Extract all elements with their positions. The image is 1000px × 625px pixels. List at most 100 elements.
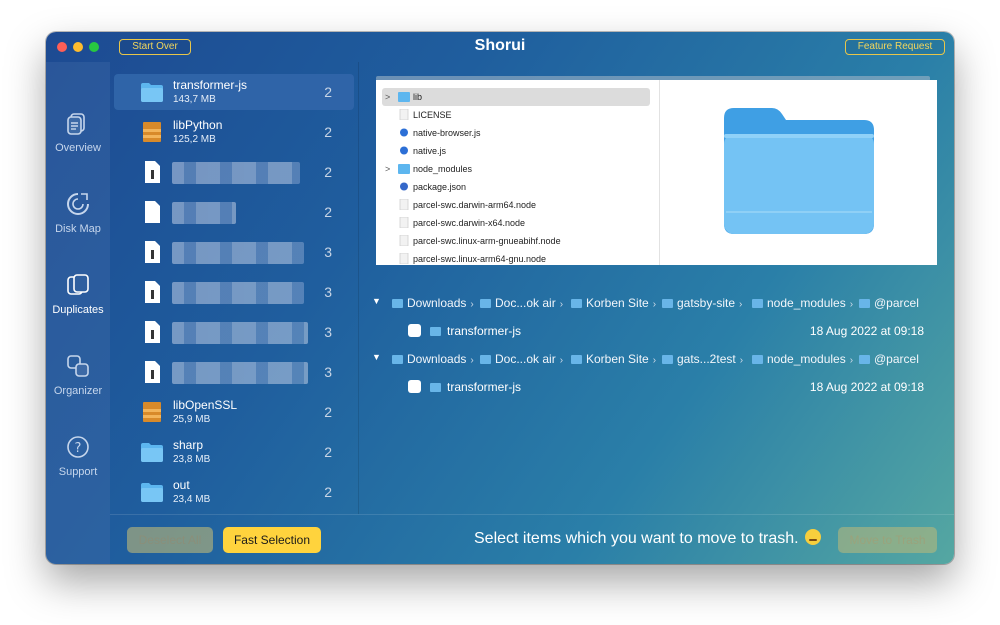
- sidebar-item-label: Disk Map: [55, 223, 101, 235]
- sidebar-item-label: Duplicates: [52, 304, 104, 316]
- js-file-icon: [400, 146, 408, 155]
- list-item[interactable]: libOpenSSL 25,9 MB 2: [114, 394, 354, 430]
- list-item[interactable]: sharp 23,8 MB 2: [114, 434, 354, 470]
- tree-label: parcel-swc.darwin-arm64.node: [413, 200, 537, 210]
- tree-label: lib: [413, 92, 423, 102]
- feature-request-button[interactable]: Feature Request: [845, 39, 945, 55]
- deselect-all-button[interactable]: Deselect All: [127, 527, 213, 553]
- sidebar-item-support[interactable]: ? Support: [46, 434, 110, 478]
- tree-row[interactable]: parcel-swc.darwin-x64.node: [382, 214, 650, 232]
- folder-icon: [480, 355, 491, 364]
- support-icon: ?: [67, 436, 89, 458]
- file-size: 143,7 MB: [173, 94, 216, 105]
- folder-icon: [662, 355, 673, 364]
- disclosure-triangle-icon[interactable]: ▼: [372, 352, 381, 362]
- sidebar-item-label: Organizer: [53, 385, 103, 397]
- overview-icon: [67, 113, 85, 135]
- modified-date: 18 Aug 2022 at 09:18: [809, 324, 924, 338]
- tree-row[interactable]: native.js: [382, 142, 650, 160]
- folder-icon: [859, 355, 870, 364]
- title-bar: Start Over Shorui Feature Request: [46, 32, 954, 62]
- duplicate-count: 2: [324, 84, 332, 100]
- duplicate-count: 2: [324, 484, 332, 500]
- breadcrumb-segment[interactable]: Downloads ›: [392, 352, 474, 366]
- breadcrumb-segment[interactable]: Doc...ok air ›: [480, 296, 563, 310]
- sidebar-item-overview[interactable]: Overview: [46, 110, 110, 154]
- folder-contents-tree: > lib LICENSE native-browser.js native.j…: [376, 80, 659, 265]
- list-item[interactable]: 3: [114, 314, 354, 350]
- select-checkbox[interactable]: [408, 380, 421, 393]
- file-size: 23,4 MB: [173, 494, 211, 505]
- tree-row[interactable]: parcel-swc.darwin-arm64.node: [382, 196, 650, 214]
- list-item[interactable]: libPython 125,2 MB 2: [114, 114, 354, 150]
- breadcrumb-segment[interactable]: Doc...ok air ›: [480, 352, 563, 366]
- file-icon: [399, 109, 409, 120]
- folder-icon: [571, 355, 582, 364]
- duplicate-count: 3: [324, 364, 332, 380]
- list-item[interactable]: 2: [114, 154, 354, 190]
- tree-row[interactable]: parcel-swc.linux-arm-gnueabihf.node: [382, 232, 650, 250]
- blurred-file-name: [172, 322, 308, 344]
- tree-label: parcel-swc.linux-arm64-gnu.node: [413, 254, 547, 264]
- sidebar-item-disk-map[interactable]: Disk Map: [46, 191, 110, 235]
- folder-icon: [430, 383, 441, 392]
- duplicate-item-name: transformer-js: [447, 324, 522, 338]
- duplicate-count: 3: [324, 284, 332, 300]
- breadcrumb-segment[interactable]: Downloads ›: [392, 296, 474, 310]
- tree-label: native-browser.js: [413, 128, 481, 138]
- tree-row[interactable]: > node_modules: [382, 160, 650, 178]
- fast-selection-button[interactable]: Fast Selection: [223, 527, 321, 553]
- list-item[interactable]: transformer-js 143,7 MB 2: [114, 74, 354, 110]
- chevron-right-icon[interactable]: >: [385, 160, 390, 178]
- chevron-right-icon[interactable]: >: [385, 88, 390, 106]
- tree-label: native.js: [413, 146, 447, 156]
- breadcrumb-segment[interactable]: node_modules ›: [752, 352, 853, 366]
- file-size: 125,2 MB: [173, 134, 216, 145]
- breadcrumb-segment[interactable]: Korben Site ›: [571, 296, 656, 310]
- tree-label: parcel-swc.darwin-x64.node: [413, 218, 526, 228]
- folder-icon: [859, 299, 870, 308]
- tree-row[interactable]: > lib: [382, 88, 650, 106]
- breadcrumb-segment[interactable]: Korben Site ›: [571, 352, 656, 366]
- archive-icon: [143, 122, 161, 142]
- folder-icon: [662, 299, 673, 308]
- list-item[interactable]: 2: [114, 194, 354, 230]
- sidebar-item-organizer[interactable]: Organizer: [46, 353, 110, 397]
- folder-icon: [141, 83, 163, 102]
- tree-row[interactable]: native-browser.js: [382, 124, 650, 142]
- folder-icon: [398, 92, 410, 102]
- folder-icon: [392, 355, 403, 364]
- duplicate-count: 2: [324, 444, 332, 460]
- list-item[interactable]: 3: [114, 274, 354, 310]
- select-checkbox[interactable]: [408, 324, 421, 337]
- preview-divider: [659, 80, 660, 265]
- breadcrumb-segment[interactable]: gats...2test ›: [662, 352, 743, 366]
- breadcrumb-segment[interactable]: gatsby-site ›: [662, 296, 742, 310]
- breadcrumb-segment[interactable]: @parcel: [859, 352, 919, 366]
- tree-label: node_modules: [413, 164, 473, 174]
- folder-preview: > lib LICENSE native-browser.js native.j…: [376, 80, 937, 265]
- instruction-text: Select items which you want to move to t…: [474, 529, 821, 548]
- tree-row[interactable]: parcel-swc.linux-arm64-gnu.node: [382, 250, 650, 265]
- folder-icon: [480, 299, 491, 308]
- disclosure-triangle-icon[interactable]: ▼: [372, 296, 381, 306]
- file-name: sharp: [173, 438, 204, 452]
- list-item[interactable]: 3: [114, 234, 354, 270]
- duplicate-count: 3: [324, 324, 332, 340]
- list-item[interactable]: out 23,4 MB 2: [114, 474, 354, 510]
- list-item[interactable]: 3: [114, 354, 354, 390]
- blurred-file-name: [172, 202, 236, 224]
- file-name: libOpenSSL: [173, 398, 238, 412]
- tree-row[interactable]: package.json: [382, 178, 650, 196]
- breadcrumb-segment[interactable]: node_modules ›: [752, 296, 853, 310]
- sidebar-item-label: Overview: [55, 142, 101, 154]
- tree-label: package.json: [413, 182, 467, 192]
- breadcrumb-segment[interactable]: @parcel: [859, 296, 919, 310]
- move-to-trash-button[interactable]: Move to Trash: [838, 527, 937, 553]
- blurred-file-name: [172, 282, 304, 304]
- sidebar-item-duplicates[interactable]: Duplicates: [46, 272, 110, 316]
- duplicate-item-row: transformer-js 18 Aug 2022 at 09:18: [368, 322, 948, 342]
- folder-icon: [430, 327, 441, 336]
- tree-row[interactable]: LICENSE: [382, 106, 650, 124]
- duplicate-count: 2: [324, 204, 332, 220]
